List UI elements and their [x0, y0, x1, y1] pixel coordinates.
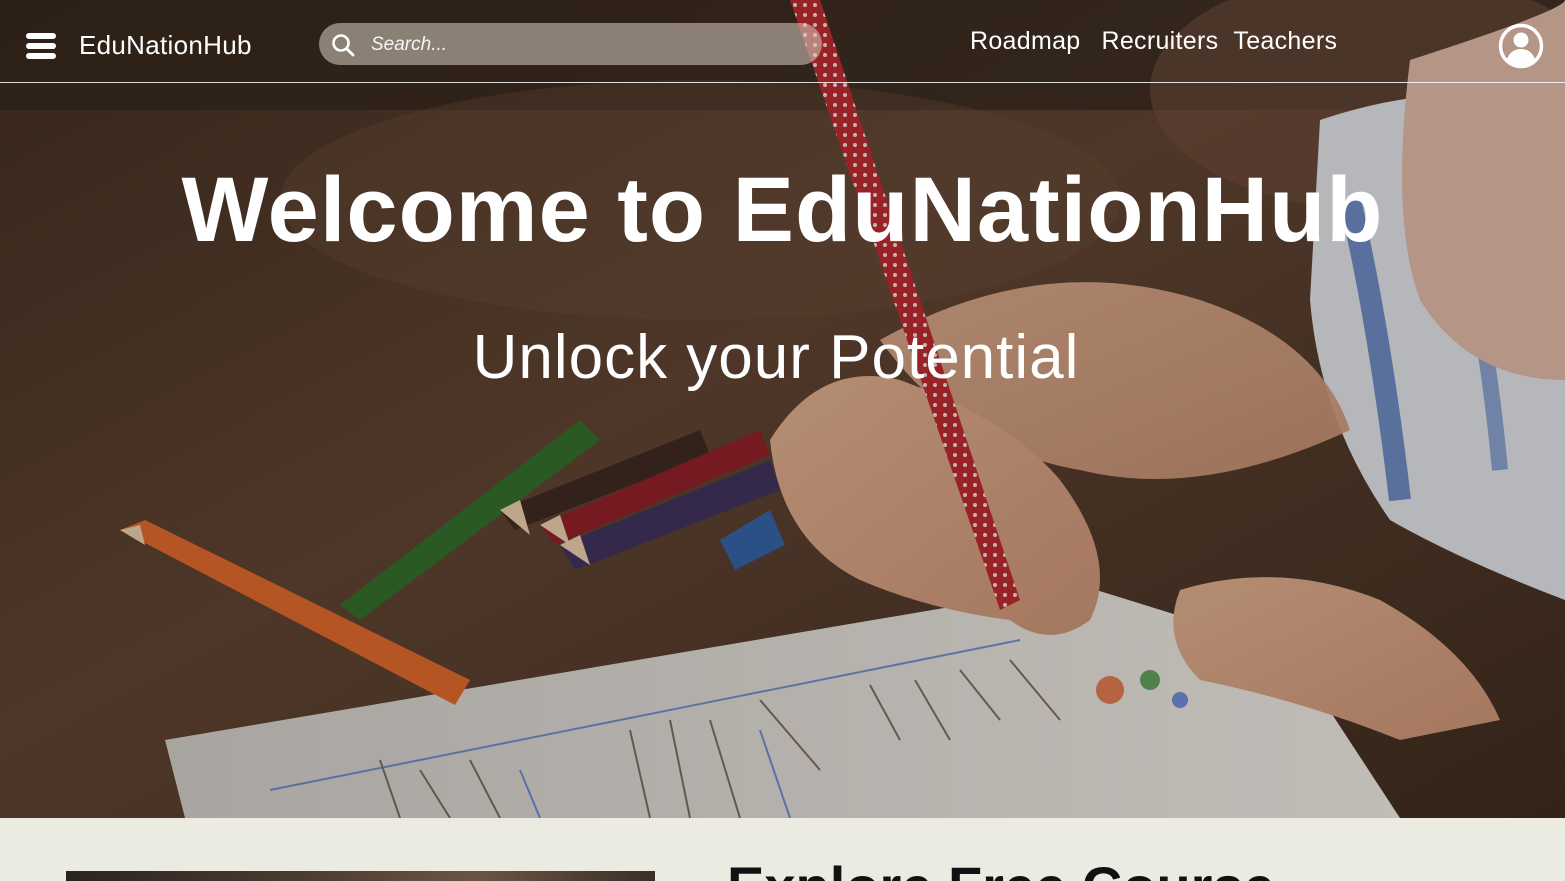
hero-title: Welcome to EduNationHub [181, 159, 1384, 261]
nav-link-recruiters[interactable]: Recruiters [1102, 27, 1219, 56]
user-account-icon[interactable] [1498, 23, 1544, 69]
top-navigation-bar: EduNationHub Roadmap Recruiters Teachers [0, 0, 1565, 83]
nav-link-teachers[interactable]: Teachers [1233, 27, 1337, 56]
page: EduNationHub Roadmap Recruiters Teachers… [0, 0, 1565, 881]
nav-link-roadmap[interactable]: Roadmap [970, 27, 1081, 56]
section-heading: Explore Free Course [727, 854, 1275, 881]
course-preview-image[interactable] [66, 871, 655, 881]
hero-subtitle: Unlock your Potential [472, 323, 1080, 392]
main-nav: Roadmap Recruiters Teachers [970, 27, 1337, 56]
hamburger-menu-icon[interactable] [26, 33, 58, 61]
brand-logo-link[interactable]: EduNationHub [79, 30, 252, 61]
hero-banner: EduNationHub Roadmap Recruiters Teachers… [0, 0, 1565, 818]
search-icon [332, 34, 355, 57]
hero-overlay [0, 0, 1565, 818]
free-courses-section: Explore Free Course [0, 818, 1565, 881]
search-bar[interactable] [319, 23, 822, 65]
search-input[interactable] [369, 29, 803, 61]
